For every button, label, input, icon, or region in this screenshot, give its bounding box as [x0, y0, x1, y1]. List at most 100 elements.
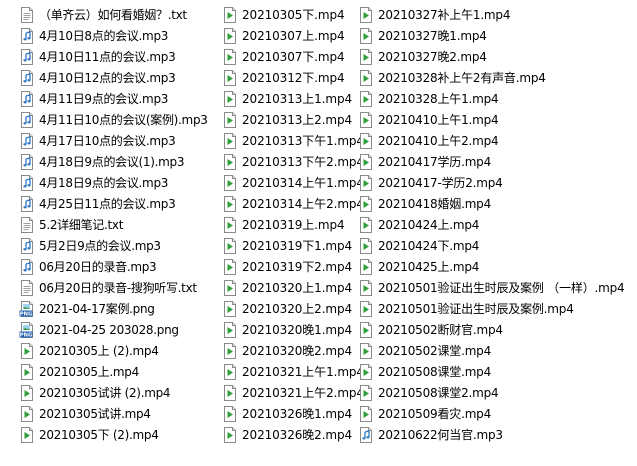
file-item[interactable]: 20210319下1.mp4 [222, 235, 358, 256]
file-item[interactable]: 20210425上.mp4 [358, 256, 616, 277]
file-item[interactable]: 4月18日9点的会议(1).mp3 [19, 151, 222, 172]
file-name: 4月17日10点的会议.mp3 [39, 133, 176, 148]
file-item[interactable]: 20210312下.mp4 [222, 67, 358, 88]
file-item[interactable]: 4月18日9点的会议.mp3 [19, 172, 222, 193]
file-item[interactable]: 20210305上 (2).mp4 [19, 340, 222, 361]
video-file-icon [222, 69, 238, 86]
file-item[interactable]: 4月11日10点的会议(案例).mp3 [19, 109, 222, 130]
file-name: 20210307下.mp4 [242, 49, 345, 64]
file-column-2: 20210305下.mp4 20210307上.mp4 20210307下.mp4 2… [222, 4, 364, 466]
file-item[interactable]: 4月11日9点的会议.mp3 [19, 88, 222, 109]
file-name: 20210508课堂.mp4 [378, 364, 492, 379]
file-item[interactable]: 20210305下 (2).mp4 [19, 424, 222, 445]
file-name: 20210622何当官.mp3 [378, 427, 503, 442]
file-item[interactable]: 20210502课堂.mp4 [358, 340, 616, 361]
file-name: 20210312下.mp4 [242, 70, 345, 85]
video-file-icon [222, 6, 238, 23]
file-item[interactable]: 20210313下午1.mp4 [222, 130, 364, 151]
file-name: 20210418婚姻.mp4 [378, 196, 492, 211]
file-item[interactable]: 4月17日10点的会议.mp3 [19, 130, 222, 151]
file-item[interactable]: 20210305下.mp4 [222, 4, 358, 25]
file-item[interactable]: （单齐云）如何看婚姻？.txt [19, 4, 222, 25]
file-item[interactable]: 06月20日的录音.mp3 [19, 256, 222, 277]
file-item[interactable]: 5.2详细笔记.txt [19, 214, 222, 235]
file-item[interactable]: 20210321上午2.mp4 [222, 382, 364, 403]
file-item[interactable]: 20210328上午1.mp4 [358, 88, 616, 109]
file-name: 2021-04-25 203028.png [39, 322, 179, 337]
file-item[interactable]: 20210501验证出生时辰及案例.mp4 [358, 298, 616, 319]
file-item[interactable]: 06月20日的录音-搜狗听写.txt [19, 277, 222, 298]
file-name: 20210319下1.mp4 [242, 238, 353, 253]
audio-file-icon [19, 153, 35, 170]
file-item[interactable]: 20210501验证出生时辰及案例 （一样）.mp4 [358, 277, 625, 298]
video-file-icon [222, 426, 238, 443]
file-item[interactable]: 20210508课堂.mp4 [358, 361, 616, 382]
file-item[interactable]: 20210319下2.mp4 [222, 256, 358, 277]
file-name: 20210417学历.mp4 [378, 154, 492, 169]
video-file-icon [222, 279, 238, 296]
file-name: 4月11日9点的会议.mp3 [39, 91, 169, 106]
file-item[interactable]: 20210417学历.mp4 [358, 151, 616, 172]
file-item[interactable]: 20210424上.mp4 [358, 214, 616, 235]
video-file-icon [358, 48, 374, 65]
file-item[interactable]: 20210418婚姻.mp4 [358, 193, 616, 214]
file-item[interactable]: 20210321上午1.mp4 [222, 361, 364, 382]
file-item[interactable]: 20210305试讲.mp4 [19, 403, 222, 424]
file-item[interactable]: 20210320晚2.mp4 [222, 340, 358, 361]
file-item[interactable]: 20210313下午2.mp4 [222, 151, 364, 172]
file-item[interactable]: 20210314上午2.mp4 [222, 193, 364, 214]
file-item[interactable]: 20210319上.mp4 [222, 214, 358, 235]
file-item[interactable]: 4月10日8点的会议.mp3 [19, 25, 222, 46]
text-file-icon [19, 216, 35, 233]
file-item[interactable]: 20210327补上午1.mp4 [358, 4, 616, 25]
file-item[interactable]: 20210320上1.mp4 [222, 277, 358, 298]
file-item[interactable]: 20210326晚2.mp4 [222, 424, 358, 445]
file-item[interactable]: 4月25日11点的会议.mp3 [19, 193, 222, 214]
file-item[interactable]: 20210327晚2.mp4 [358, 46, 616, 67]
file-column-1: （单齐云）如何看婚姻？.txt 4月10日8点的会议.mp3 4月10日11点的会议… [0, 4, 222, 466]
file-item[interactable]: 20210307上.mp4 [222, 25, 358, 46]
file-item[interactable]: 20210326晚1.mp4 [222, 403, 358, 424]
file-name: 20210417-学历2.mp4 [378, 175, 503, 190]
file-name: 20210313上2.mp4 [242, 112, 353, 127]
video-file-icon [222, 258, 238, 275]
file-name: 4月18日9点的会议(1).mp3 [39, 154, 185, 169]
file-item[interactable]: 20210320晚1.mp4 [222, 319, 358, 340]
file-item[interactable]: 20210410上午2.mp4 [358, 130, 616, 151]
file-name: 20210425上.mp4 [378, 259, 480, 274]
file-item[interactable]: 20210328补上午2有声音.mp4 [358, 67, 616, 88]
file-item[interactable]: 20210313上2.mp4 [222, 109, 358, 130]
video-file-icon [358, 363, 374, 380]
file-item[interactable]: 5月2日9点的会议.mp3 [19, 235, 222, 256]
image-file-icon: PNG [19, 321, 35, 338]
file-name: 20210424下.mp4 [378, 238, 480, 253]
video-file-icon [222, 90, 238, 107]
file-item[interactable]: PNG 2021-04-25 203028.png [19, 319, 222, 340]
file-name: 4月10日8点的会议.mp3 [39, 28, 169, 43]
file-item[interactable]: 20210417-学历2.mp4 [358, 172, 616, 193]
video-file-icon [19, 342, 35, 359]
file-item[interactable]: 20210410上午1.mp4 [358, 109, 616, 130]
file-name: 20210509看灾.mp4 [378, 406, 492, 421]
file-item[interactable]: 20210622何当官.mp3 [358, 424, 616, 445]
file-item[interactable]: 20210307下.mp4 [222, 46, 358, 67]
file-item[interactable]: 20210327晚1.mp4 [358, 25, 616, 46]
file-item[interactable]: 20210508课堂2.mp4 [358, 382, 616, 403]
file-name: 20210305下 (2).mp4 [39, 427, 159, 442]
file-name: 20210314上午2.mp4 [242, 196, 364, 211]
file-item[interactable]: 20210305上.mp4 [19, 361, 222, 382]
file-item[interactable]: 4月10日12点的会议.mp3 [19, 67, 222, 88]
file-item[interactable]: 20210502断财官.mp4 [358, 319, 616, 340]
file-item[interactable]: 20210314上午1.mp4 [222, 172, 364, 193]
file-item[interactable]: 20210313上1.mp4 [222, 88, 358, 109]
audio-file-icon [19, 69, 35, 86]
file-item[interactable]: 20210305试讲 (2).mp4 [19, 382, 222, 403]
file-item[interactable]: 20210424下.mp4 [358, 235, 616, 256]
file-item[interactable]: PNG 2021-04-17案例.png [19, 298, 222, 319]
video-file-icon [358, 216, 374, 233]
file-item[interactable]: 20210320上2.mp4 [222, 298, 358, 319]
video-file-icon [222, 363, 238, 380]
file-item[interactable]: 20210509看灾.mp4 [358, 403, 616, 424]
file-item[interactable]: 4月10日11点的会议.mp3 [19, 46, 222, 67]
file-name: 2021-04-17案例.png [39, 301, 155, 316]
